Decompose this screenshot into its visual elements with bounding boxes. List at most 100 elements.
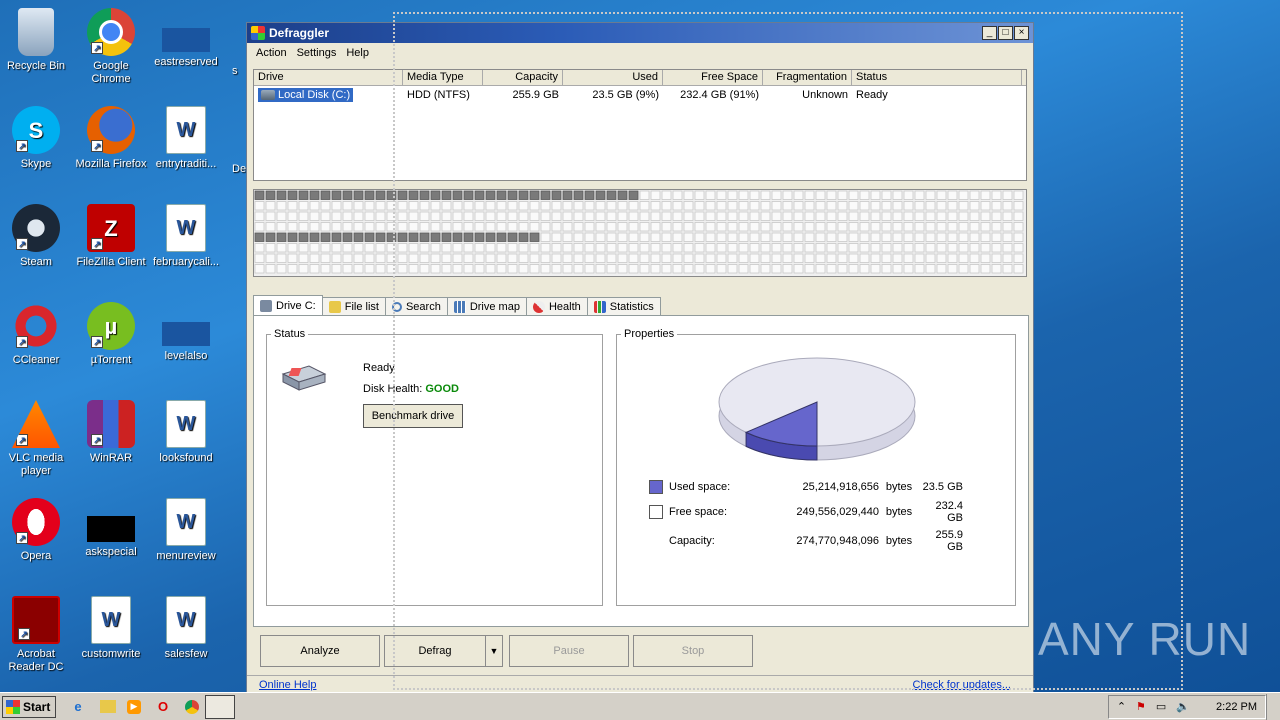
defrag-button[interactable]: Defrag <box>384 635 486 667</box>
free-block <box>1013 264 1024 274</box>
free-block <box>639 232 650 242</box>
explorer-folder-icon[interactable] <box>100 700 116 713</box>
free-block <box>254 201 265 211</box>
online-help-link[interactable]: Online Help <box>259 679 316 691</box>
free-block <box>947 201 958 211</box>
clock[interactable]: 2:22 PM <box>1216 701 1257 713</box>
col-drive[interactable]: Drive <box>254 70 403 85</box>
tab-drive-c[interactable]: Drive C: <box>253 295 323 315</box>
desktop-icon-label: eastreserved <box>154 56 218 68</box>
free-block <box>628 253 639 263</box>
desktop-icon--torrent[interactable]: µ ↗ µTorrent <box>75 302 147 367</box>
chrome-taskbar-icon[interactable] <box>185 699 199 714</box>
defraggler-taskbar-button[interactable] <box>205 694 235 719</box>
tab-health[interactable]: Health <box>525 297 588 315</box>
desktop-icon-mozilla-firefox[interactable]: ↗ Mozilla Firefox <box>75 106 147 171</box>
close-button[interactable]: × <box>1014 26 1029 40</box>
tab-search[interactable]: Search <box>384 297 448 315</box>
desktop-icon-entrytraditi[interactable]: Wentrytraditi... <box>150 106 222 171</box>
free-block <box>408 222 419 232</box>
free-block <box>716 264 727 274</box>
ie-icon[interactable]: e <box>67 696 89 718</box>
tray-expand-icon[interactable]: ⌃ <box>1117 700 1126 713</box>
desktop-icon-februarycali[interactable]: Wfebruarycali... <box>150 204 222 269</box>
free-block <box>606 253 617 263</box>
col-fragmentation[interactable]: Fragmentation <box>763 70 852 85</box>
free-block <box>518 201 529 211</box>
desktop-icon-ccleaner[interactable]: ↗ CCleaner <box>0 302 72 367</box>
free-block <box>826 201 837 211</box>
pause-button[interactable]: Pause <box>509 635 629 667</box>
free-block <box>628 243 639 253</box>
menu-action[interactable]: Action <box>251 47 292 59</box>
free-block <box>947 211 958 221</box>
desktop-icon-customwrite[interactable]: Wcustomwrite <box>75 596 147 661</box>
desktop-icon-levelalso[interactable]: levelalso <box>150 302 222 363</box>
tab-file-list[interactable]: File list <box>321 297 386 315</box>
free-block <box>331 264 342 274</box>
free-block <box>749 211 760 221</box>
show-desktop-button[interactable] <box>1266 693 1280 720</box>
desktop-icon-opera[interactable]: ↗ Opera <box>0 498 72 563</box>
drive-name-cell[interactable]: Local Disk (C:) <box>258 87 354 102</box>
defrag-dropdown-button[interactable]: ▼ <box>485 635 503 667</box>
skype-icon: S ↗ <box>12 106 60 154</box>
maximize-button[interactable]: □ <box>998 26 1013 40</box>
col-free-space[interactable]: Free Space <box>663 70 763 85</box>
desktop-icon-salesfew[interactable]: Wsalesfew <box>150 596 222 661</box>
free-block <box>474 243 485 253</box>
desktop-icon-filezilla-client[interactable]: Z ↗ FileZilla Client <box>75 204 147 269</box>
tab-drive-map[interactable]: Drive map <box>446 297 527 315</box>
minimize-button[interactable]: _ <box>982 26 997 40</box>
free-space-row: Free space: 249,556,029,440 bytes 232.4 … <box>649 500 989 524</box>
action-center-icon[interactable]: ⚑ <box>1136 700 1146 713</box>
desktop-icon-looksfound[interactable]: Wlooksfound <box>150 400 222 465</box>
drive-row[interactable]: Local Disk (C:) HDD (NTFS) 255.9 GB 23.5… <box>254 86 1026 104</box>
stop-button[interactable]: Stop <box>633 635 753 667</box>
col-status[interactable]: Status <box>852 70 1022 85</box>
free-block <box>430 211 441 221</box>
check-updates-link[interactable]: Check for updates... <box>913 679 1011 691</box>
free-block <box>606 222 617 232</box>
used-block <box>298 232 309 242</box>
free-block <box>738 232 749 242</box>
tab-statistics[interactable]: Statistics <box>586 297 661 315</box>
network-icon[interactable]: ▭ <box>1156 700 1166 713</box>
free-block <box>562 243 573 253</box>
opera-taskbar-icon[interactable]: O <box>152 696 174 718</box>
desktop-icon-steam[interactable]: ↗ Steam <box>0 204 72 269</box>
desktop-icon-skype[interactable]: S ↗ Skype <box>0 106 72 171</box>
used-block <box>540 190 551 200</box>
col-media-type[interactable]: Media Type <box>403 70 483 85</box>
tab-label: Search <box>405 300 441 313</box>
menu-settings[interactable]: Settings <box>292 47 342 59</box>
analyze-button[interactable]: Analyze <box>260 635 380 667</box>
free-block <box>540 243 551 253</box>
desktop-icon-menureview[interactable]: Wmenureview <box>150 498 222 563</box>
free-block <box>705 253 716 263</box>
media-player-icon[interactable]: ▶ <box>127 699 141 714</box>
free-block <box>628 232 639 242</box>
free-block <box>892 222 903 232</box>
free-block <box>980 222 991 232</box>
free-block <box>364 211 375 221</box>
title-bar[interactable]: Defraggler _ □ × <box>247 23 1033 43</box>
desktop-icon-recycle-bin[interactable]: Recycle Bin <box>0 8 72 73</box>
desktop-icon-google-chrome[interactable]: ↗ Google Chrome <box>75 8 147 86</box>
desktop-icon-vlc-media-player[interactable]: ↗ VLC media player <box>0 400 72 478</box>
desktop-icon-eastreserved[interactable]: eastreserved <box>150 8 222 69</box>
used-block <box>551 190 562 200</box>
free-block <box>529 201 540 211</box>
col-used[interactable]: Used <box>563 70 663 85</box>
used-block <box>364 232 375 242</box>
volume-icon[interactable]: 🔈 <box>1176 700 1190 713</box>
free-block <box>430 253 441 263</box>
desktop-icon-acrobat-reader-dc[interactable]: ↗ Acrobat Reader DC <box>0 596 72 674</box>
desktop-icon-askspecial[interactable]: askspecial <box>75 498 147 559</box>
benchmark-drive-button[interactable]: Benchmark drive <box>363 404 463 428</box>
free-block <box>1002 222 1013 232</box>
start-button[interactable]: Start <box>2 695 56 718</box>
desktop-icon-winrar[interactable]: ↗ WinRAR <box>75 400 147 465</box>
menu-help[interactable]: Help <box>341 47 374 59</box>
col-capacity[interactable]: Capacity <box>483 70 563 85</box>
